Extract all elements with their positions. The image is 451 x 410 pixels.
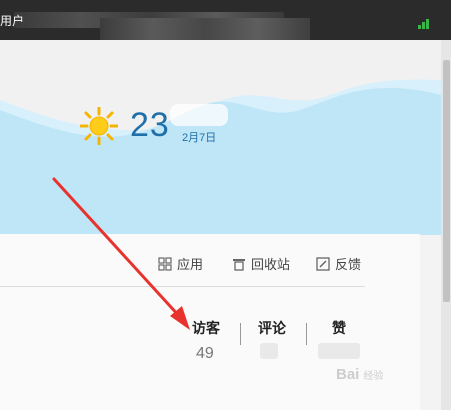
toolbar-apps-button[interactable]: 应用: [158, 254, 203, 273]
signal-icon: [418, 17, 434, 29]
stat-separator: [306, 323, 307, 345]
toolbar-feedback-button[interactable]: 反馈: [316, 254, 361, 273]
weather-banner: [0, 40, 441, 235]
stat-comments-label[interactable]: 评论: [258, 318, 286, 338]
scrollbar-thumb[interactable]: [443, 60, 450, 302]
stat-likes-label[interactable]: 赞: [332, 318, 346, 338]
toolbar-feedback-label: 反馈: [335, 257, 362, 272]
top-bar: 用户: [0, 0, 451, 40]
stat-visitors-value: 49: [196, 345, 214, 362]
stat-visitors-label[interactable]: 访客: [192, 318, 220, 338]
user-label: 用户: [0, 14, 25, 28]
watermark: Bai 经验: [336, 366, 384, 383]
divider: [0, 286, 365, 287]
watermark-text: Bai: [336, 366, 360, 383]
watermark-suffix: 经验: [363, 371, 384, 382]
blurred-region: [170, 104, 228, 126]
toolbar-recycle-bin-label: 回收站: [251, 257, 291, 272]
toolbar-apps-label: 应用: [177, 257, 204, 272]
temperature: 23: [130, 106, 170, 144]
blurred-region: [318, 343, 360, 359]
weather-date: 2月7日: [182, 132, 217, 144]
stat-separator: [240, 323, 241, 345]
sun-icon: [80, 107, 118, 145]
blurred-region: [260, 343, 278, 359]
apps-grid-icon: [158, 256, 172, 271]
blurred-region: [100, 18, 310, 40]
sky-background: [0, 79, 441, 235]
toolbar-recycle-bin-button[interactable]: 回收站: [232, 254, 290, 273]
feedback-edit-icon: [316, 256, 330, 271]
trash-icon: [233, 258, 245, 271]
